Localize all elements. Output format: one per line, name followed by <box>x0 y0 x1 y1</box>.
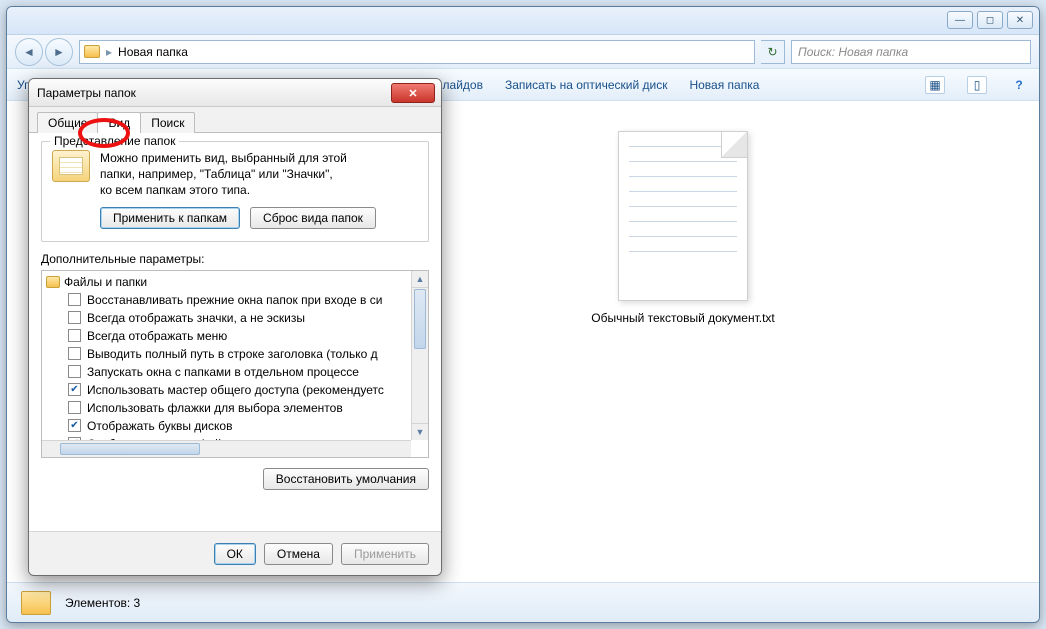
horizontal-scrollbar[interactable] <box>42 440 411 457</box>
tree-root-label: Файлы и папки <box>64 273 147 291</box>
status-text: Элементов: 3 <box>65 596 140 610</box>
checkbox[interactable] <box>68 329 81 342</box>
cancel-button[interactable]: Отмена <box>264 543 333 565</box>
dialog-titlebar: Параметры папок ✕ <box>29 79 441 107</box>
navbar: ◄ ► ▸ Новая папка ↻ Поиск: Новая папка <box>7 35 1039 69</box>
tree-root[interactable]: Файлы и папки <box>44 273 424 291</box>
nav-buttons: ◄ ► <box>15 38 73 66</box>
view-options-button[interactable]: ▦ <box>925 76 945 94</box>
new-folder-button[interactable]: Новая папка <box>689 78 759 92</box>
tab-general[interactable]: Общие <box>37 112 98 133</box>
burn-button[interactable]: Записать на оптический диск <box>505 78 668 92</box>
tree-option[interactable]: Использовать мастер общего доступа (реко… <box>44 381 424 399</box>
tree-option[interactable]: Выводить полный путь в строке заголовка … <box>44 345 424 363</box>
group-text-line: Можно применить вид, выбранный для этой <box>100 150 347 166</box>
group-text-line: папки, например, "Таблица" или "Значки", <box>100 166 347 182</box>
window-controls: — ◻ ✕ <box>947 11 1033 29</box>
folder-icon <box>21 591 51 615</box>
group-title: Представление папок <box>50 134 179 148</box>
apply-to-folders-button[interactable]: Применить к папкам <box>100 207 240 229</box>
checkbox[interactable] <box>68 293 81 306</box>
folder-icon <box>46 276 60 288</box>
minimize-button[interactable]: — <box>947 11 973 29</box>
preview-pane-button[interactable]: ▯ <box>967 76 987 94</box>
address-bar[interactable]: ▸ Новая папка <box>79 40 755 64</box>
apply-button[interactable]: Применить <box>341 543 429 565</box>
scrollbar-thumb[interactable] <box>414 289 426 349</box>
dialog-close-button[interactable]: ✕ <box>391 83 435 103</box>
search-input[interactable]: Поиск: Новая папка <box>791 40 1031 64</box>
checkbox[interactable] <box>68 419 81 432</box>
folder-views-group: Представление папок Можно применить вид,… <box>41 141 429 242</box>
tree-option-label: Всегда отображать меню <box>87 327 227 345</box>
refresh-button[interactable]: ↻ <box>761 40 785 64</box>
checkbox[interactable] <box>68 383 81 396</box>
tree-option-label: Всегда отображать значки, а не эскизы <box>87 309 305 327</box>
folder-icon <box>84 45 100 58</box>
dialog-tabs: Общие Вид Поиск <box>29 107 441 133</box>
checkbox[interactable] <box>68 401 81 414</box>
tree-option[interactable]: Восстанавливать прежние окна папок при в… <box>44 291 424 309</box>
dialog-footer: ОК Отмена Применить <box>29 531 441 575</box>
file-thumbnail <box>618 131 748 301</box>
titlebar: — ◻ ✕ <box>7 7 1039 35</box>
scrollbar-thumb[interactable] <box>60 443 200 455</box>
dialog-title: Параметры папок <box>37 86 136 100</box>
checkbox[interactable] <box>68 311 81 324</box>
tree-option[interactable]: Использовать флажки для выбора элементов <box>44 399 424 417</box>
scroll-down-icon[interactable]: ▼ <box>412 423 428 440</box>
file-item[interactable]: Обычный текстовый документ.txt <box>583 131 783 325</box>
tree-option-label: Запускать окна с папками в отдельном про… <box>87 363 359 381</box>
tree-option-label: Выводить полный путь в строке заголовка … <box>87 345 378 363</box>
dialog-body: Представление папок Можно применить вид,… <box>29 133 441 531</box>
advanced-settings-tree[interactable]: Файлы и папки Восстанавливать прежние ок… <box>41 270 429 458</box>
file-label: Обычный текстовый документ.txt <box>591 311 775 325</box>
checkbox[interactable] <box>68 347 81 360</box>
advanced-label: Дополнительные параметры: <box>41 252 429 266</box>
tab-search[interactable]: Поиск <box>140 112 195 133</box>
group-description: Можно применить вид, выбранный для этой … <box>100 150 347 199</box>
ok-button[interactable]: ОК <box>214 543 256 565</box>
back-button[interactable]: ◄ <box>15 38 43 66</box>
status-bar: Элементов: 3 <box>7 582 1039 622</box>
address-segment[interactable]: Новая папка <box>118 45 188 59</box>
restore-defaults-button[interactable]: Восстановить умолчания <box>263 468 429 490</box>
tree-option-label: Восстанавливать прежние окна папок при в… <box>87 291 382 309</box>
tree-option-label: Отображать буквы дисков <box>87 417 232 435</box>
maximize-button[interactable]: ◻ <box>977 11 1003 29</box>
tree-option-label: Использовать флажки для выбора элементов <box>87 399 343 417</box>
chevron-right-icon: ▸ <box>106 45 112 59</box>
folder-views-icon <box>52 150 90 182</box>
folder-options-dialog: Параметры папок ✕ Общие Вид Поиск Предст… <box>28 78 442 576</box>
reset-folders-button[interactable]: Сброс вида папок <box>250 207 376 229</box>
forward-button[interactable]: ► <box>45 38 73 66</box>
tree-option[interactable]: Отображать буквы дисков <box>44 417 424 435</box>
checkbox[interactable] <box>68 365 81 378</box>
close-button[interactable]: ✕ <box>1007 11 1033 29</box>
group-text-line: ко всем папкам этого типа. <box>100 182 347 198</box>
tab-view[interactable]: Вид <box>97 112 141 133</box>
tree-option-label: Использовать мастер общего доступа (реко… <box>87 381 384 399</box>
vertical-scrollbar[interactable]: ▲ ▼ <box>411 271 428 440</box>
scroll-up-icon[interactable]: ▲ <box>412 271 428 288</box>
tree-option[interactable]: Всегда отображать значки, а не эскизы <box>44 309 424 327</box>
tree-option[interactable]: Всегда отображать меню <box>44 327 424 345</box>
help-button[interactable]: ? <box>1009 76 1029 94</box>
tree-option[interactable]: Запускать окна с папками в отдельном про… <box>44 363 424 381</box>
